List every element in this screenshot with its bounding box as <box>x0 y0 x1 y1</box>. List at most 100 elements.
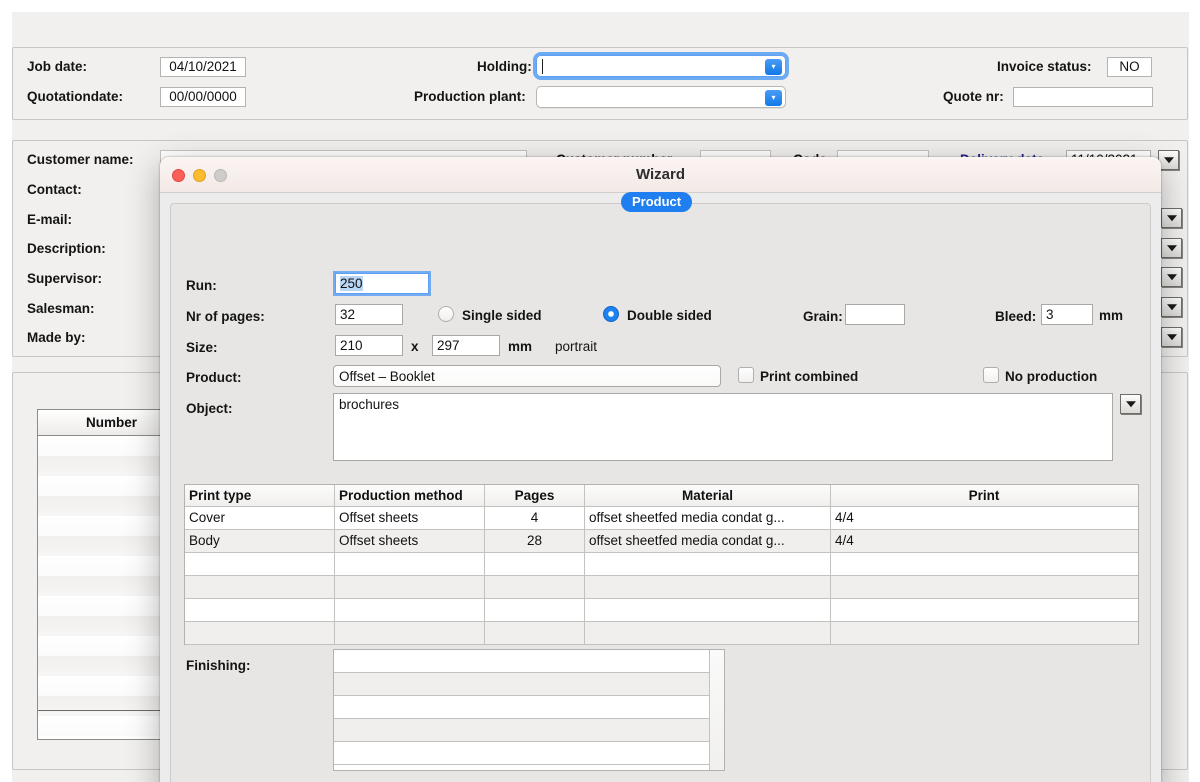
page-margin-left <box>0 0 12 782</box>
cell-print[interactable] <box>831 622 1137 644</box>
finishing-row[interactable]: ▾ <box>334 650 724 673</box>
cell-pages[interactable] <box>485 553 585 575</box>
orientation-label: portrait <box>555 339 598 354</box>
cell-material[interactable]: offset sheetfed media condat g... <box>585 507 831 529</box>
finishing-row[interactable] <box>334 742 724 765</box>
product-label: Product: <box>186 370 242 385</box>
cell-material[interactable] <box>585 576 831 598</box>
radio-single-sided[interactable] <box>438 306 454 322</box>
double-sided-label: Double sided <box>627 308 712 323</box>
cell-pages[interactable]: 28 <box>485 530 585 552</box>
dialog-body: Product Run: 250 Nr of pages: 32 Single … <box>160 192 1161 782</box>
row-dropdown-icon-4[interactable] <box>1161 297 1182 317</box>
finishing-row[interactable] <box>334 673 724 696</box>
bleed-unit-label: mm <box>1099 308 1124 323</box>
table-row[interactable] <box>185 622 1138 645</box>
table-row[interactable] <box>185 553 1138 576</box>
cell-material[interactable] <box>585 553 831 575</box>
chevron-down-icon[interactable]: ▾ <box>765 90 782 106</box>
cell-pages[interactable] <box>485 576 585 598</box>
table-row[interactable]: Cover Offset sheets 4 offset sheetfed me… <box>185 507 1138 530</box>
tab-product[interactable]: Product <box>621 192 693 212</box>
cell-print[interactable] <box>831 599 1137 621</box>
checkbox-print-combined[interactable] <box>738 367 754 383</box>
column-header-material: Material <box>585 485 831 506</box>
dialog-titlebar[interactable]: Wizard <box>160 157 1161 193</box>
cell-print[interactable] <box>831 553 1137 575</box>
row-dropdown-icon-3[interactable] <box>1161 267 1182 287</box>
cell-print-type[interactable]: Body <box>185 530 335 552</box>
radio-double-sided[interactable] <box>603 306 619 322</box>
product-combobox[interactable]: Offset – Booklet <box>333 365 721 387</box>
holding-combobox[interactable]: ▾ <box>533 52 789 80</box>
bleed-label: Bleed: <box>995 309 1037 324</box>
product-table-header: Print type Production method Pages Mater… <box>185 485 1138 507</box>
salesman-label: Salesman: <box>27 301 95 316</box>
job-date-field[interactable]: 04/10/2021 <box>160 57 246 77</box>
finishing-row[interactable] <box>334 719 724 742</box>
table-row[interactable] <box>185 576 1138 599</box>
table-row[interactable]: Body Offset sheets 28 offset sheetfed me… <box>185 530 1138 553</box>
email-label: E-mail: <box>27 212 73 227</box>
delivery-date-dropdown-icon[interactable] <box>1158 150 1179 170</box>
cell-print[interactable] <box>831 576 1137 598</box>
quotation-date-field[interactable]: 00/00/0000 <box>160 87 246 107</box>
size-x-separator: x <box>411 339 419 354</box>
cell-production-method[interactable] <box>335 622 485 644</box>
row-dropdown-icon-1[interactable] <box>1161 208 1182 228</box>
finishing-scrollbar[interactable] <box>709 650 724 770</box>
grain-input[interactable] <box>845 304 905 325</box>
row-dropdown-icon-2[interactable] <box>1161 238 1182 258</box>
chevron-down-icon[interactable]: ▾ <box>765 59 782 75</box>
object-dropdown-icon[interactable] <box>1120 394 1141 414</box>
object-textarea[interactable]: brochures <box>333 393 1113 461</box>
holding-label: Holding: <box>477 59 532 74</box>
cell-pages[interactable]: 4 <box>485 507 585 529</box>
production-plant-label: Production plant: <box>414 89 526 104</box>
size-height-input[interactable]: 297 <box>432 335 500 356</box>
cell-production-method[interactable] <box>335 599 485 621</box>
pages-input[interactable]: 32 <box>335 304 403 325</box>
cell-production-method[interactable] <box>335 553 485 575</box>
cell-material[interactable]: offset sheetfed media condat g... <box>585 530 831 552</box>
cell-material[interactable] <box>585 622 831 644</box>
description-label: Description: <box>27 241 106 256</box>
quotation-date-label: Quotationdate: <box>27 89 123 104</box>
cell-print-type[interactable] <box>185 576 335 598</box>
finishing-list[interactable]: ▾ <box>333 649 725 771</box>
cell-material[interactable] <box>585 599 831 621</box>
run-value: 250 <box>340 276 363 291</box>
no-production-label: No production <box>1005 369 1098 384</box>
finishing-row[interactable] <box>334 696 724 719</box>
made-by-label: Made by: <box>27 330 86 345</box>
quote-nr-field[interactable] <box>1013 87 1153 107</box>
wizard-dialog: Wizard Product Run: 250 Nr of pages: 32 … <box>160 157 1161 782</box>
cell-production-method[interactable]: Offset sheets <box>335 507 485 529</box>
cell-print-type[interactable]: Cover <box>185 507 335 529</box>
cell-pages[interactable] <box>485 622 585 644</box>
size-width-input[interactable]: 210 <box>335 335 403 356</box>
invoice-status-label: Invoice status: <box>997 59 1092 74</box>
contact-label: Contact: <box>27 182 82 197</box>
column-header-production-method: Production method <box>335 485 485 506</box>
cell-print-type[interactable] <box>185 599 335 621</box>
cell-print[interactable]: 4/4 <box>831 507 1137 529</box>
table-row[interactable] <box>185 599 1138 622</box>
column-header-pages: Pages <box>485 485 585 506</box>
cell-production-method[interactable]: Offset sheets <box>335 530 485 552</box>
cell-print-type[interactable] <box>185 622 335 644</box>
production-plant-combobox[interactable]: ▾ <box>536 86 786 108</box>
pages-label: Nr of pages: <box>186 309 265 324</box>
bleed-input[interactable]: 3 <box>1041 304 1093 325</box>
size-unit-label: mm <box>508 339 533 354</box>
run-input[interactable]: 250 <box>333 271 431 296</box>
dialog-title: Wizard <box>635 166 686 183</box>
cell-pages[interactable] <box>485 599 585 621</box>
row-dropdown-icon-5[interactable] <box>1161 327 1182 347</box>
cell-print-type[interactable] <box>185 553 335 575</box>
checkbox-no-production[interactable] <box>983 367 999 383</box>
single-sided-label: Single sided <box>462 308 542 323</box>
cell-print[interactable]: 4/4 <box>831 530 1137 552</box>
cell-production-method[interactable] <box>335 576 485 598</box>
column-header-print-type: Print type <box>185 485 335 506</box>
